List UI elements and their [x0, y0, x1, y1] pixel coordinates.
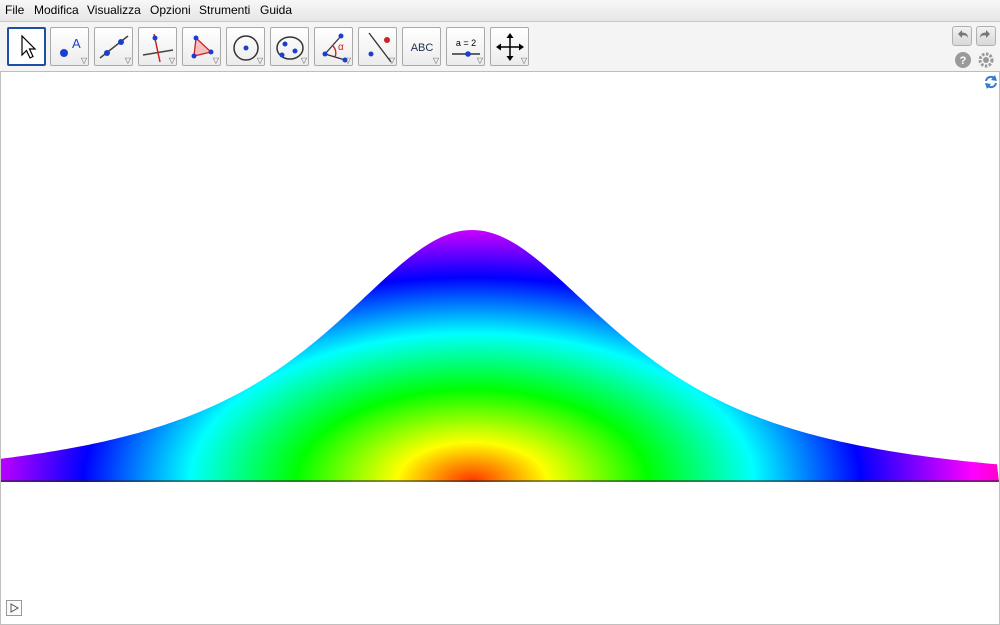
redo-icon — [980, 30, 990, 38]
svg-text:A: A — [72, 36, 81, 51]
help-icon[interactable]: ? — [954, 51, 972, 69]
svg-text:ABC: ABC — [411, 42, 434, 54]
menu-options[interactable]: Opzioni — [150, 3, 191, 17]
menu-view[interactable]: Visualizza — [87, 3, 141, 17]
move-tool-button[interactable] — [7, 27, 46, 66]
move-view-tool-button[interactable]: ▽ — [490, 27, 529, 66]
menu-bar: File Modifica Visualizza Opzioni Strumen… — [0, 0, 1000, 22]
menu-help[interactable]: Guida — [260, 3, 292, 17]
dropdown-arrow-icon: ▽ — [168, 56, 175, 65]
dropdown-arrow-icon: ▽ — [432, 56, 439, 65]
menu-edit[interactable]: Modifica — [34, 3, 79, 17]
dropdown-arrow-icon: ▽ — [344, 56, 351, 65]
dropdown-arrow-icon: ▽ — [256, 56, 263, 65]
gear-icon[interactable] — [977, 51, 995, 69]
play-icon — [10, 603, 20, 613]
toolbar: A ▽ ▽ ▽ ▽ ▽ ▽ α ▽ ▽ ABC ▽ a = 2 ▽ ▽ ? — [0, 22, 1000, 72]
svg-text:α: α — [338, 42, 344, 53]
menu-file[interactable]: File — [5, 3, 24, 17]
rainbow-fill-area — [1, 230, 999, 482]
dropdown-arrow-icon: ▽ — [212, 56, 219, 65]
conic-tool-button[interactable]: ▽ — [270, 27, 309, 66]
polygon-tool-button[interactable]: ▽ — [182, 27, 221, 66]
svg-text:?: ? — [960, 55, 967, 67]
perpendicular-tool-button[interactable]: ▽ — [138, 27, 177, 66]
svg-text:a = 2: a = 2 — [456, 38, 476, 48]
dropdown-arrow-icon: ▽ — [300, 56, 307, 65]
play-animation-button[interactable] — [6, 600, 22, 616]
slider-tool-button[interactable]: a = 2 ▽ — [446, 27, 485, 66]
dropdown-arrow-icon: ▽ — [124, 56, 131, 65]
dropdown-arrow-icon: ▽ — [388, 56, 395, 65]
menu-tools[interactable]: Strumenti — [199, 3, 250, 17]
refresh-view-icon[interactable] — [983, 74, 999, 90]
point-tool-button[interactable]: A ▽ — [50, 27, 89, 66]
cursor-arrow-icon — [21, 34, 37, 59]
dropdown-arrow-icon: ▽ — [476, 56, 483, 65]
undo-icon — [958, 30, 968, 38]
undo-button[interactable] — [952, 26, 972, 46]
reflect-tool-button[interactable]: ▽ — [358, 27, 397, 66]
dropdown-arrow-icon: ▽ — [80, 56, 87, 65]
angle-tool-button[interactable]: α ▽ — [314, 27, 353, 66]
rainbow-gaussian-plot — [1, 230, 999, 482]
line-tool-button[interactable]: ▽ — [94, 27, 133, 66]
redo-button[interactable] — [976, 26, 996, 46]
text-tool-button[interactable]: ABC ▽ — [402, 27, 441, 66]
dropdown-arrow-icon: ▽ — [520, 56, 527, 65]
graphics-view[interactable] — [0, 72, 1000, 625]
circle-tool-button[interactable]: ▽ — [226, 27, 265, 66]
